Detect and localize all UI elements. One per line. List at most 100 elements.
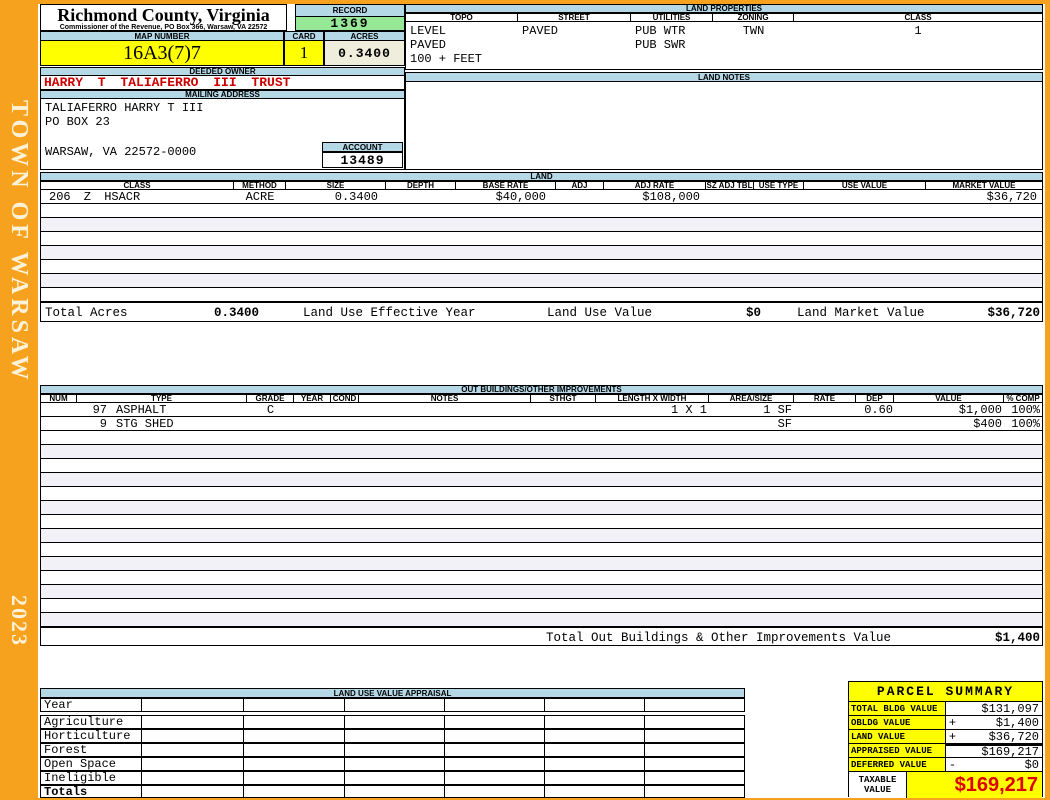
- land-base-rate: $40,000: [495, 189, 546, 204]
- zoning-value: TWN: [742, 24, 765, 38]
- land-adj-rate: $108,000: [642, 189, 700, 204]
- out-buildings-title: OUT BUILDINGS/OTHER IMPROVEMENTS: [40, 385, 1043, 394]
- lua-empty-cell: [142, 730, 244, 742]
- lua-row-ineligible: Ineligible: [40, 771, 745, 785]
- col-year: YEAR: [294, 395, 331, 402]
- col-sz-adj-tbl: SZ ADJ TBL: [706, 182, 754, 189]
- county-header: Richmond County, Virginia Commissioner o…: [40, 4, 287, 31]
- lua-empty-cell: [445, 786, 545, 797]
- out-building-type: ASPHALT: [116, 402, 167, 417]
- address-line-3: WARSAW, VA 22572-0000: [45, 145, 197, 159]
- col-method: METHOD: [234, 182, 286, 189]
- parcel-summary-taxable-row: TAXABLE VALUE $169,217: [849, 772, 1042, 798]
- out-building-empty-row: [40, 487, 1043, 501]
- lua-row-agriculture: Agriculture: [40, 715, 745, 729]
- land-properties-values: LEVEL PAVED PUB WTR TWN 1 PAVED PUB SWR …: [405, 22, 1043, 70]
- lua-row-forest: Forest: [40, 743, 745, 757]
- land-value: $36,720: [988, 729, 1039, 744]
- lua-row-label: Open Space: [41, 757, 142, 771]
- out-building-empty-row: [40, 599, 1043, 613]
- col-street: STREET: [518, 14, 631, 21]
- land-properties-title: LAND PROPERTIES: [405, 4, 1043, 13]
- parcel-summary-row: DEFERRED VALUE - $0: [849, 758, 1042, 772]
- lua-empty-cell: [142, 772, 244, 784]
- land-table-title: LAND: [40, 172, 1043, 181]
- col-num: NUM: [41, 395, 77, 402]
- out-building-empty-row: [40, 543, 1043, 557]
- col-zoning: ZONING: [713, 14, 794, 21]
- land-notes-box: [405, 82, 1043, 170]
- land-use-appraisal-title: LAND USE VALUE APPRAISAL: [40, 688, 745, 698]
- row-operator: +: [948, 729, 957, 744]
- total-bldg-value: $131,097: [981, 701, 1039, 716]
- lua-row-label: Agriculture: [41, 715, 142, 729]
- lua-empty-cell: [142, 699, 244, 711]
- deferred-value: $0: [1024, 757, 1039, 772]
- lua-empty-cell: [545, 786, 645, 797]
- col-depth: DEPTH: [386, 182, 456, 189]
- lua-empty-cell: [545, 699, 645, 711]
- address-line-1: TALIAFERRO HARRY T III: [45, 101, 204, 115]
- utilities-value: PUB SWR: [635, 38, 686, 52]
- col-adj-rate: ADJ RATE: [604, 182, 706, 189]
- col-base-rate: BASE RATE: [456, 182, 556, 189]
- row-operator: -: [948, 757, 957, 772]
- lua-empty-cell: [445, 699, 545, 711]
- out-building-empty-row: [40, 585, 1043, 599]
- col-use-type: USE TYPE: [754, 182, 804, 189]
- lua-empty-cell: [244, 730, 345, 742]
- land-properties-row: LEVEL PAVED PUB WTR TWN 1: [406, 24, 1042, 38]
- lua-row-label: Ineligible: [41, 771, 142, 785]
- out-building-num: 97: [92, 402, 107, 417]
- out-building-empty-row: [40, 473, 1043, 487]
- land-empty-row: [40, 246, 1043, 260]
- sidebar-town-label: TOWN OF WARSAW: [6, 100, 32, 384]
- out-building-value: $1,000: [958, 402, 1002, 417]
- total-acres-label: Total Acres: [45, 306, 128, 320]
- land-properties-row: PAVED PUB SWR: [406, 38, 1042, 52]
- parcel-summary-row: OBLDG VALUE + $1,400: [849, 716, 1042, 730]
- lua-empty-cell: [445, 772, 545, 784]
- land-use-effective-year-label: Land Use Effective Year: [303, 306, 476, 320]
- lua-empty-cell: [545, 758, 645, 770]
- parcel-summary: PARCEL SUMMARY TOTAL BLDG VALUE $131,097…: [848, 681, 1043, 798]
- land-class: 206 Z HSACR: [49, 189, 141, 204]
- col-topo: TOPO: [406, 14, 518, 21]
- card-label: CARD: [284, 31, 324, 41]
- lua-empty-cell: [142, 716, 244, 728]
- out-building-row: 97 ASPHALT C 1 X 1 1 SF 0.60 $1,000 100%: [40, 403, 1043, 417]
- lua-empty-cell: [645, 772, 744, 784]
- acres-label: ACRES: [324, 31, 405, 41]
- parcel-summary-row: LAND VALUE + $36,720: [849, 730, 1042, 744]
- land-use-value-label: Land Use Value: [547, 306, 653, 320]
- lua-empty-cell: [645, 786, 744, 797]
- sidebar-year-label: 2023: [7, 595, 32, 647]
- parcel-summary-row: APPRAISED VALUE $169,217: [849, 744, 1042, 759]
- parcel-summary-row: TOTAL BLDG VALUE $131,097: [849, 702, 1042, 716]
- parcel-summary-title: PARCEL SUMMARY: [849, 682, 1042, 702]
- lua-row-label: Forest: [41, 743, 142, 757]
- total-bldg-value-label: TOTAL BLDG VALUE: [849, 702, 946, 715]
- row-operator: +: [948, 715, 957, 730]
- out-building-area-size: 1 SF: [763, 402, 792, 417]
- out-building-empty-row: [40, 515, 1043, 529]
- acres-value: 0.3400: [324, 41, 405, 66]
- topo-value: LEVEL: [410, 24, 447, 38]
- col-size: SIZE: [286, 182, 386, 189]
- map-number-value: 16A3(7)7: [40, 41, 284, 66]
- out-building-num: 9: [99, 416, 107, 431]
- col-cond: COND: [331, 395, 359, 402]
- land-data-row: 206 Z HSACR ACRE 0.3400 $40,000 $108,000…: [40, 190, 1043, 204]
- out-building-grade: C: [266, 402, 275, 417]
- lua-empty-cell: [345, 758, 445, 770]
- land-market-value-label: Land Market Value: [797, 306, 925, 320]
- out-building-empty-row: [40, 613, 1043, 627]
- lua-empty-cell: [645, 730, 744, 742]
- row-operator: [946, 702, 959, 715]
- lua-empty-cell: [445, 744, 545, 756]
- lua-empty-cell: [244, 744, 345, 756]
- class-value: 1: [914, 24, 922, 38]
- col-dep: DEP: [856, 395, 894, 402]
- out-building-pct-comp: 100%: [1011, 402, 1040, 417]
- col-market-value: MARKET VALUE: [952, 182, 1016, 189]
